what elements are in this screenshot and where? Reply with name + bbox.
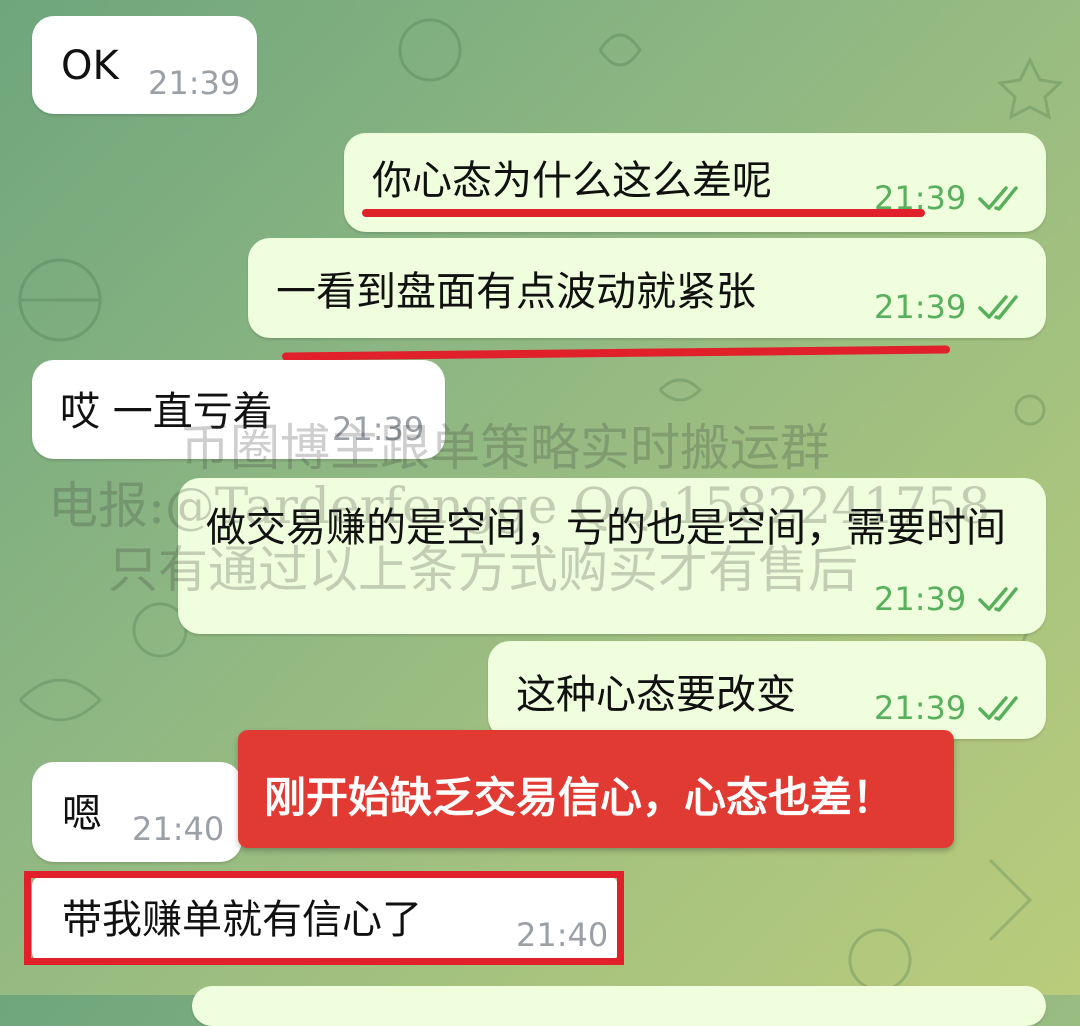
message-time: 21:39 [874, 580, 967, 618]
message-text: 一看到盘面有点波动就紧张 [276, 269, 756, 315]
watermark-line: 只有通过以上条方式购买才有售后 [108, 541, 858, 599]
callout-text: 刚开始缺乏交易信心，心态也差！ [264, 773, 895, 822]
message-time: 21:39 [874, 689, 967, 727]
message-text: 嗯 [62, 791, 102, 837]
message-time: 21:39 [874, 288, 967, 326]
message-bubble-outgoing[interactable]: 一看到盘面有点波动就紧张 21:39 [248, 238, 1046, 338]
message-time: 21:39 [148, 64, 241, 102]
message-bubble-outgoing-partial [192, 986, 1046, 1026]
highlight-box [24, 871, 624, 965]
watermark-line: 电报:@Tarderfengge QQ:1582241758 [48, 477, 991, 535]
message-bubble-outgoing[interactable]: 你心态为什么这么差呢 21:39 [344, 133, 1046, 232]
message-bubble-outgoing[interactable]: 这种心态要改变 21:39 [488, 641, 1046, 739]
annotation-callout: 刚开始缺乏交易信心，心态也差！ [238, 730, 954, 848]
highlight-underline [362, 209, 925, 217]
double-check-icon [978, 295, 1018, 320]
double-check-icon [978, 186, 1018, 211]
double-check-icon [978, 696, 1018, 721]
message-bubble-incoming[interactable]: OK 21:39 [32, 16, 257, 114]
double-check-icon [978, 587, 1018, 612]
message-text: 这种心态要改变 [516, 672, 796, 718]
message-text: 你心态为什么这么差呢 [372, 158, 772, 204]
message-time: 21:40 [132, 810, 225, 848]
message-bubble-incoming[interactable]: 嗯 21:40 [32, 762, 242, 862]
message-text: OK [61, 43, 119, 89]
